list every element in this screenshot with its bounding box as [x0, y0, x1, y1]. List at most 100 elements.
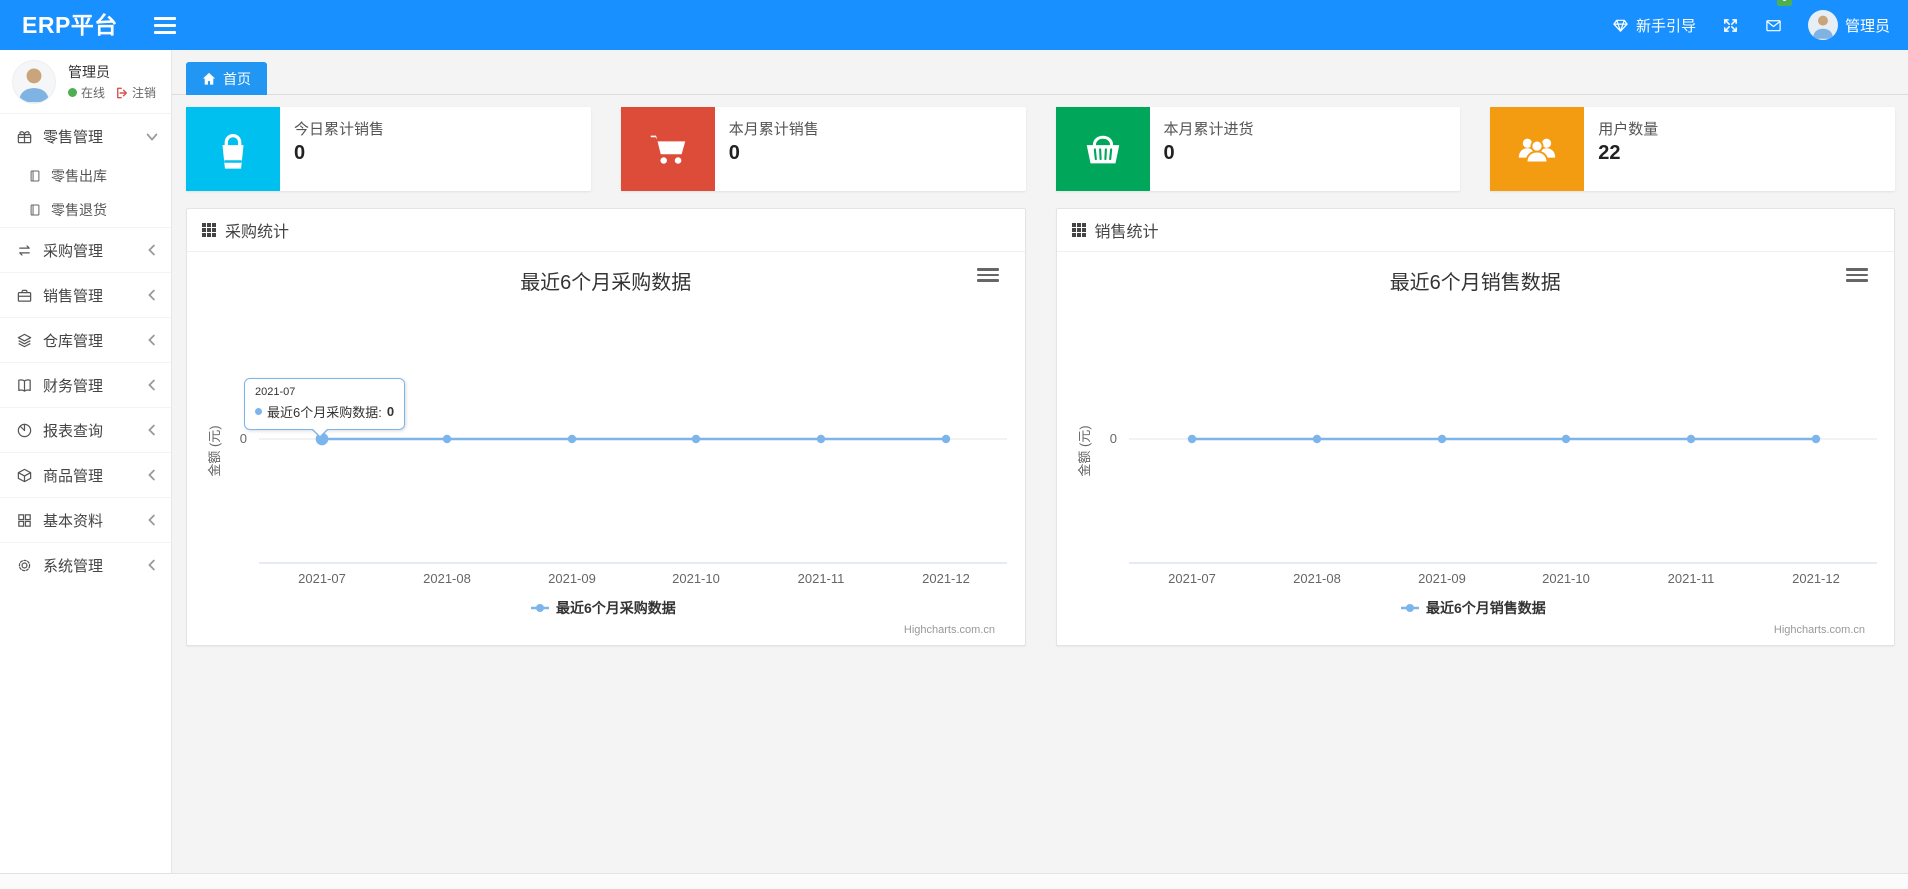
purchase-chart: 最近6个月采购数据 0 金额 (元) 2021-07 2021-08 2021-… [187, 252, 1025, 645]
sidebar-item-label: 销售管理 [43, 287, 104, 305]
x-tick-label: 2021-11 [798, 571, 845, 586]
chevron-left-icon [148, 379, 155, 391]
stat-cards-row: 今日累计销售 0 本月累计销售 0 本月累计进货 0 用户数量 22 [186, 107, 1895, 191]
layers-icon [17, 333, 32, 347]
chevron-left-icon [148, 424, 155, 436]
tooltip-header: 2021-07 [255, 386, 296, 398]
sidebar-item-label: 报表查询 [43, 422, 104, 440]
tab-bar: 首页 [172, 50, 1908, 95]
panel-header: 采购统计 [187, 209, 1025, 252]
data-point[interactable] [1312, 434, 1321, 444]
sidebar-item-products[interactable]: 商品管理 [0, 452, 171, 497]
x-tick-label: 2021-11 [1667, 571, 1714, 586]
y-tick-label: 0 [240, 431, 247, 446]
stat-card-month-purchase: 本月累计进货 0 [1055, 107, 1461, 191]
x-tick-label: 2021-09 [548, 571, 596, 586]
sidebar-item-retail-out[interactable]: 零售出库 [0, 159, 171, 193]
purchase-stats-panel: 采购统计 最近6个月采购数据 0 金额 (元) 2021-07 2021-08 … [186, 208, 1026, 646]
app-logo[interactable]: ERP平台 [22, 0, 118, 50]
data-point[interactable] [1686, 434, 1695, 444]
sidebar-item-retail-return[interactable]: 零售退货 [0, 193, 171, 227]
sidebar-item-finance[interactable]: 财务管理 [0, 362, 171, 407]
logout-button[interactable]: 注销 [115, 84, 156, 101]
panel-title: 采购统计 [225, 224, 290, 241]
stat-card-month-sales: 本月累计销售 0 [620, 107, 1026, 191]
data-point[interactable] [941, 434, 951, 444]
data-point[interactable] [442, 434, 452, 444]
sidebar-subitem-label: 零售出库 [51, 168, 107, 184]
gear-icon [18, 559, 31, 571]
data-point[interactable] [567, 434, 577, 444]
shopping-cart-icon [620, 107, 715, 191]
stat-card-value: 22 [1598, 142, 1621, 164]
x-tick-label: 2021-08 [423, 571, 471, 586]
data-point[interactable] [691, 434, 701, 444]
data-point[interactable] [1561, 434, 1570, 444]
tab-home[interactable]: 首页 [186, 62, 267, 95]
sidebar-item-warehouse[interactable]: 仓库管理 [0, 317, 171, 362]
chevron-left-icon [148, 559, 155, 571]
newbie-guide-button[interactable]: 新手引导 [1612, 0, 1696, 50]
stat-card-body: 本月累计销售 0 [715, 107, 833, 191]
erp-dashboard: ERP平台 新手引导 0 管理员 [0, 0, 1908, 889]
x-tick-label: 2021-07 [1168, 571, 1216, 586]
sidebar-item-sales[interactable]: 销售管理 [0, 272, 171, 317]
stat-card-today-sales: 今日累计销售 0 [186, 107, 591, 191]
chart-legend[interactable]: 最近6个月销售数据 [1400, 600, 1546, 616]
data-point[interactable] [1437, 434, 1446, 444]
tooltip-arrow [312, 428, 328, 436]
briefcase-icon [17, 289, 32, 302]
chevron-left-icon [148, 514, 155, 526]
chevron-down-icon [146, 133, 158, 141]
x-tick-label: 2021-10 [672, 571, 720, 586]
x-tick-label: 2021-10 [1542, 571, 1590, 586]
stat-card-label: 今日累计销售 [294, 121, 385, 138]
stat-card-body: 用户数量 22 [1584, 107, 1672, 191]
page-footer [0, 873, 1908, 889]
sidebar-item-retail[interactable]: 零售管理 [0, 114, 171, 159]
line-plot: 0 金额 (元) 2021-07 2021-08 2021-09 2021-10… [1077, 425, 1877, 636]
sidebar-item-basic-data[interactable]: 基本资料 [0, 497, 171, 542]
stat-card-label: 本月累计销售 [728, 121, 819, 138]
users-icon [1490, 107, 1585, 191]
data-point[interactable] [1187, 434, 1196, 444]
avatar [1807, 10, 1838, 40]
x-tick-label: 2021-07 [298, 571, 346, 586]
messages-button[interactable]: 0 [1765, 0, 1792, 50]
exchange-icon [19, 244, 30, 256]
gift-icon [17, 131, 32, 144]
logout-label: 注销 [132, 86, 157, 100]
sidebar-item-label: 基本资料 [43, 512, 104, 530]
online-status-icon [68, 88, 77, 97]
user-menu[interactable]: 管理员 [1807, 0, 1890, 50]
home-icon [202, 72, 216, 85]
stat-card-user-count: 用户数量 22 [1490, 107, 1895, 191]
online-status-label: 在线 [81, 86, 106, 100]
newbie-guide-label: 新手引导 [1635, 17, 1696, 35]
sidebar-item-purchase[interactable]: 采购管理 [0, 227, 171, 272]
stat-card-body: 今日累计销售 0 [280, 107, 398, 191]
sidebar-item-system[interactable]: 系统管理 [0, 542, 171, 587]
highcharts-credit: Highcharts.com.cn [1773, 624, 1864, 636]
line-plot: 0 金额 (元) 2021-07 2021-08 2021-09 2021-10… [207, 425, 1007, 636]
series-marker-icon [255, 408, 262, 415]
navbar-user-name: 管理员 [1844, 17, 1890, 35]
doc-icon [30, 170, 40, 182]
sidebar-toggle-icon[interactable] [152, 13, 178, 37]
data-point[interactable] [1811, 434, 1820, 444]
chart-legend[interactable]: 最近6个月采购数据 [531, 600, 676, 616]
avatar [12, 60, 56, 104]
sidebar-menu: 零售管理 零售出库 零售退货 采购管理 销售管理 仓库管理 财务管理 报表查询 … [0, 114, 171, 587]
sidebar-item-reports[interactable]: 报表查询 [0, 407, 171, 452]
data-point[interactable] [816, 434, 826, 444]
sidebar-item-label: 仓库管理 [43, 332, 104, 350]
fullscreen-button[interactable] [1722, 0, 1739, 50]
doc-icon [30, 204, 40, 216]
tooltip-series-label: 最近6个月采购数据: [267, 405, 382, 420]
y-axis-title: 金额 (元) [207, 425, 222, 476]
chevron-left-icon [148, 334, 155, 346]
sign-out-icon [117, 87, 127, 98]
x-tick-label: 2021-12 [922, 571, 970, 586]
main-content: 首页 今日累计销售 0 本月累计销售 0 本月累计进货 0 用户数量 22 采购… [172, 50, 1908, 873]
top-navbar: ERP平台 新手引导 0 管理员 [0, 0, 1908, 50]
